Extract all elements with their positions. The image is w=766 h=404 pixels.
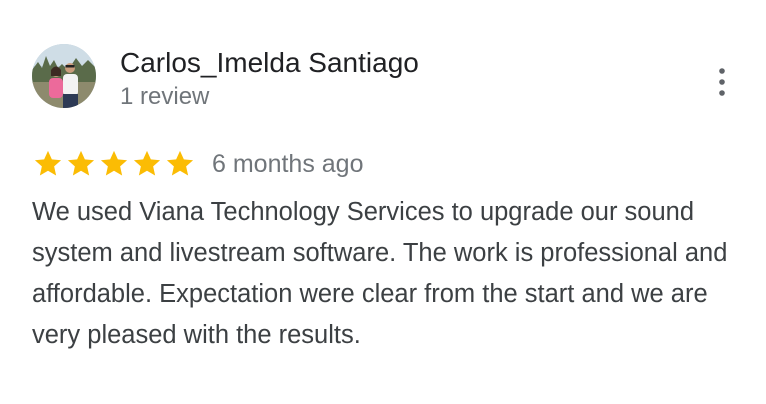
review-count: 1 review bbox=[120, 83, 210, 110]
star-icon bbox=[133, 150, 161, 176]
star-icon bbox=[100, 150, 128, 176]
review-card: Carlos_Imelda Santiago 1 review 6 months… bbox=[0, 0, 766, 404]
avatar-photo bbox=[32, 44, 96, 108]
avatar[interactable] bbox=[32, 44, 96, 108]
reviewer-name[interactable]: Carlos_Imelda Santiago bbox=[120, 45, 419, 81]
review-text: We used Viana Technology Services to upg… bbox=[32, 198, 728, 349]
more-vert-icon bbox=[719, 68, 725, 96]
star-icon bbox=[166, 150, 194, 176]
star-rating bbox=[32, 148, 197, 180]
star-icon bbox=[67, 150, 95, 176]
rating-row: 6 months ago bbox=[32, 147, 364, 181]
star-icon bbox=[34, 150, 62, 176]
review-date: 6 months ago bbox=[212, 150, 364, 178]
more-options-button[interactable] bbox=[704, 62, 740, 102]
